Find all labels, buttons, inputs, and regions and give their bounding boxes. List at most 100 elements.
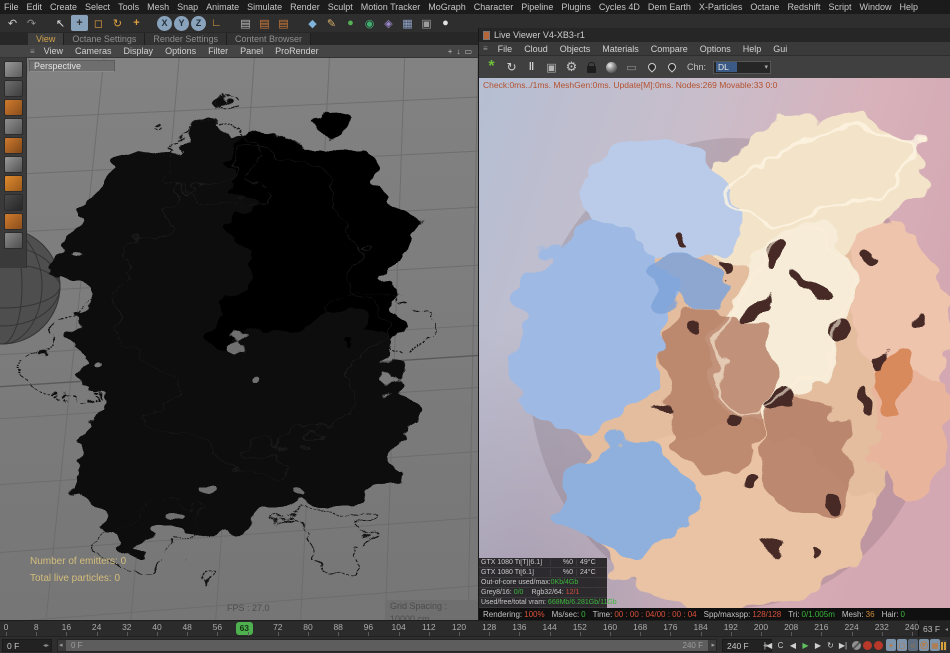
menu-pipeline[interactable]: Pipeline	[517, 2, 557, 12]
goto-start-button[interactable]: |◀	[762, 639, 774, 652]
perspective-viewport[interactable]: Perspective Number of emitters: 0 Total …	[0, 58, 478, 620]
play-mode-button[interactable]: C	[775, 639, 787, 652]
menu-redshift[interactable]: Redshift	[783, 2, 824, 12]
lv-menu-compare[interactable]: Compare	[645, 44, 694, 54]
menu-simulate[interactable]: Simulate	[243, 2, 286, 12]
menu-help[interactable]: Help	[896, 2, 923, 12]
current-frame-field[interactable]: 63 F ◂	[918, 621, 950, 637]
tab-render-settings[interactable]: Render Settings	[145, 33, 227, 45]
add-spline-icon[interactable]: ✎	[323, 15, 340, 31]
render-region-icon[interactable]: ▭	[625, 60, 638, 75]
lv-menu-cloud[interactable]: Cloud	[518, 44, 554, 54]
menu-sculpt[interactable]: Sculpt	[324, 2, 357, 12]
play-button[interactable]: ▶	[800, 639, 812, 652]
current-frame-marker[interactable]: 63	[236, 622, 253, 635]
loop-button[interactable]: ↻	[825, 639, 837, 652]
lv-menu-objects[interactable]: Objects	[554, 44, 597, 54]
menu-select[interactable]: Select	[81, 2, 114, 12]
octane-kernel-icon[interactable]: *	[485, 60, 498, 75]
lv-settings-gear-icon[interactable]: ⚙	[565, 60, 578, 75]
menu-octane[interactable]: Octane	[746, 2, 783, 12]
previous-frame-button[interactable]: ◀	[787, 639, 799, 652]
channel-dropdown[interactable]: DL ▾	[713, 61, 771, 74]
live-viewer-grip-icon[interactable]: ≡	[479, 44, 492, 53]
move-tool-icon[interactable]: +	[71, 15, 88, 31]
viewport-menu-panel[interactable]: Panel	[234, 46, 269, 56]
preview-range-slider[interactable]: ◂ 0 F 240 F ▸	[57, 639, 717, 652]
add-mograph-icon[interactable]: ◉	[361, 15, 378, 31]
menu-animate[interactable]: Animate	[202, 2, 243, 12]
timeline-mode-icon[interactable]	[940, 640, 947, 651]
add-generator-icon[interactable]: ●	[342, 15, 359, 31]
slider-left-arrow-icon[interactable]: ◂	[59, 641, 63, 649]
viewport-menu-view[interactable]: View	[38, 46, 69, 56]
lv-menu-help[interactable]: Help	[737, 44, 768, 54]
mode-workplane-icon[interactable]	[4, 99, 23, 116]
mode-enable-axis-icon[interactable]	[4, 175, 23, 192]
menu-dem-earth[interactable]: Dem Earth	[644, 2, 695, 12]
frame-spinner-icon[interactable]: ◂	[945, 626, 948, 633]
panel-popout-icon[interactable]: ↓	[456, 47, 460, 56]
viewport-grip-icon[interactable]: ≡	[27, 47, 38, 56]
add-array-icon[interactable]: ▦	[399, 15, 416, 31]
menu-edit[interactable]: Edit	[23, 2, 47, 12]
next-frame-button[interactable]: ▶	[812, 639, 824, 652]
pick-material-pin-icon[interactable]	[645, 60, 658, 75]
material-ball-icon[interactable]	[605, 60, 618, 75]
menu-motion-tracker[interactable]: Motion Tracker	[357, 2, 425, 12]
add-cube-icon[interactable]: ◆	[304, 15, 321, 31]
add-light-icon[interactable]: ●	[437, 15, 454, 31]
mode-edges-icon[interactable]	[4, 137, 23, 154]
render-picture-viewer-icon[interactable]: ▤	[256, 15, 273, 31]
menu-window[interactable]: Window	[855, 2, 895, 12]
add-camera-icon[interactable]: ▣	[418, 15, 435, 31]
slider-right-arrow-icon[interactable]: ▸	[711, 641, 715, 649]
menu-cycles-4d[interactable]: Cycles 4D	[595, 2, 644, 12]
lv-menu-gui[interactable]: Gui	[767, 44, 793, 54]
menu-render[interactable]: Render	[286, 2, 324, 12]
mode-polygons-icon[interactable]	[4, 156, 23, 173]
panel-add-icon[interactable]: +	[448, 47, 453, 56]
mode-viewport-solo-icon[interactable]	[4, 194, 23, 211]
menu-file[interactable]: File	[0, 2, 23, 12]
menu-character[interactable]: Character	[470, 2, 518, 12]
stop-render-icon[interactable]: ▣	[545, 60, 558, 75]
render-settings-icon[interactable]: ▤	[275, 15, 292, 31]
menu-mograph[interactable]: MoGraph	[424, 2, 470, 12]
panel-maximize-icon[interactable]: ▭	[464, 47, 472, 56]
lv-menu-file[interactable]: File	[492, 44, 519, 54]
menu-tools[interactable]: Tools	[114, 2, 143, 12]
timeline-ruler[interactable]: 63 63 F ◂ 081624324048567280889610411212…	[0, 620, 950, 636]
keyframe-selection-button[interactable]	[874, 641, 883, 650]
rotate-tool-icon[interactable]: ↻	[109, 15, 126, 31]
coord-system-icon[interactable]: ∟	[208, 15, 225, 31]
scale-tool-icon[interactable]: ◻	[90, 15, 107, 31]
key-scale-toggle[interactable]: ◻	[897, 639, 907, 651]
viewport-menu-prorender[interactable]: ProRender	[269, 46, 325, 56]
render-output[interactable]: Check:0ms../1ms. MeshGen:0ms. Update[M]:…	[479, 78, 950, 620]
mode-snap-icon[interactable]	[4, 213, 23, 230]
live-selection-icon[interactable]: ↖	[52, 15, 69, 31]
x-axis-lock-icon[interactable]: X	[157, 16, 172, 31]
viewport-menu-display[interactable]: Display	[118, 46, 160, 56]
mode-locked-workplane-icon[interactable]	[4, 232, 23, 249]
y-axis-lock-icon[interactable]: Y	[174, 16, 189, 31]
tab-view[interactable]: View	[28, 33, 64, 45]
tab-octane-settings[interactable]: Octane Settings	[64, 33, 145, 45]
z-axis-lock-icon[interactable]: Z	[191, 16, 206, 31]
restart-render-icon[interactable]: ↻	[505, 60, 518, 75]
menu-snap[interactable]: Snap	[173, 2, 202, 12]
add-deformer-icon[interactable]: ◈	[380, 15, 397, 31]
mode-points-icon[interactable]	[4, 118, 23, 135]
lv-menu-materials[interactable]: Materials	[596, 44, 645, 54]
menu-plugins[interactable]: Plugins	[557, 2, 595, 12]
camera-view-label[interactable]: Perspective	[29, 60, 115, 72]
menu-mesh[interactable]: Mesh	[143, 2, 173, 12]
mode-model-icon[interactable]	[4, 61, 23, 78]
redo-icon[interactable]: ↷	[23, 15, 40, 31]
mode-texture-icon[interactable]	[4, 80, 23, 97]
menu-x-particles[interactable]: X-Particles	[695, 2, 747, 12]
field-spinner-icon[interactable]: ◂▸	[43, 642, 49, 649]
key-rotation-toggle[interactable]: ○	[908, 639, 918, 651]
autokey-button[interactable]	[863, 641, 872, 650]
